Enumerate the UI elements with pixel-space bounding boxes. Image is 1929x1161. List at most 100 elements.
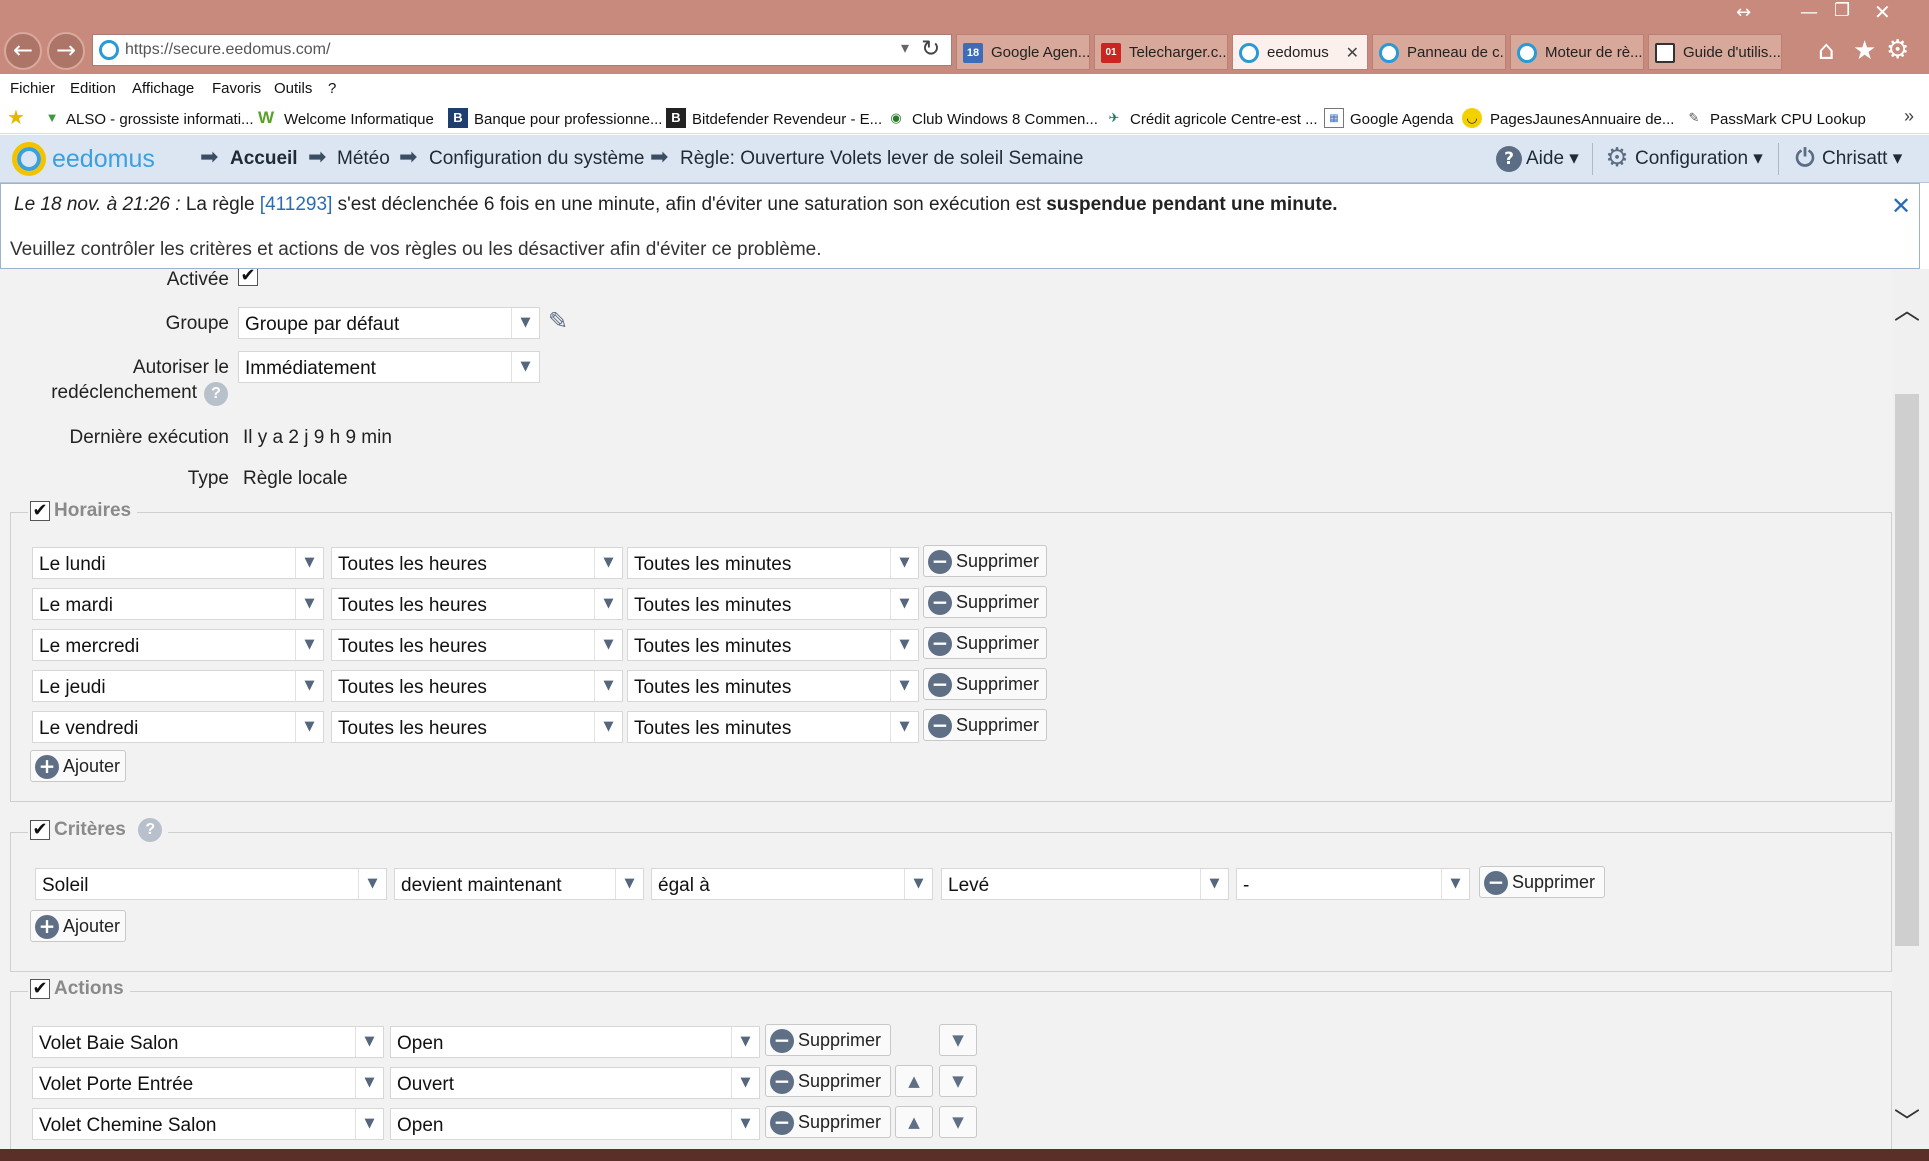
day-select[interactable]: Le lundi ▼ (32, 547, 324, 579)
hours-select[interactable]: Toutes les heures ▼ (331, 588, 623, 620)
hours-select[interactable]: Toutes les heures ▼ (331, 711, 623, 743)
minutes-select[interactable]: Toutes les minutes ▼ (627, 588, 919, 620)
action-device-select[interactable]: Volet Porte Entrée ▼ (32, 1067, 384, 1099)
horaires-checkbox[interactable]: ✔ (30, 501, 50, 521)
close-tab-icon[interactable]: ✕ (1346, 43, 1359, 62)
delete-button[interactable]: − Supprimer (765, 1024, 891, 1056)
bookmark-pagesjaunes[interactable]: PagesJaunes (1490, 111, 1581, 128)
close-icon[interactable]: ✕ (1891, 192, 1911, 220)
bookmark-annuaire[interactable]: Annuaire de... (1581, 111, 1674, 128)
action-value-select[interactable]: Ouvert ▼ (390, 1067, 760, 1099)
extra-select[interactable]: - ▼ (1236, 868, 1470, 900)
user-menu[interactable]: Chrisatt ▾ (1822, 147, 1902, 170)
menu-affichage[interactable]: Affichage (132, 80, 194, 97)
hours-select[interactable]: Toutes les heures ▼ (331, 547, 623, 579)
bookmark-welcome[interactable]: Welcome Informatique (284, 111, 434, 128)
chevron-down-icon[interactable]: ▾ (901, 38, 909, 58)
day-select[interactable]: Le vendredi ▼ (32, 711, 324, 743)
add-critere-button[interactable]: + Ajouter (30, 910, 126, 942)
tab-eedomus[interactable]: eedomus ✕ (1232, 34, 1368, 70)
minimize-icon[interactable]: — (1800, 2, 1818, 23)
move-down-button[interactable]: ▼ (939, 1106, 977, 1138)
gear-icon[interactable]: ⚙ (1886, 35, 1909, 65)
edit-pencil-icon[interactable]: ✎ (548, 307, 568, 335)
add-horaire-button[interactable]: + Ajouter (30, 750, 126, 782)
tab-panneau[interactable]: Panneau de c... (1372, 34, 1506, 70)
menu-fichier[interactable]: Fichier (10, 80, 55, 97)
condition-select[interactable]: devient maintenant ▼ (394, 868, 644, 900)
address-bar[interactable]: https://secure.eedomus.com/ ▾ ↻ (92, 34, 952, 66)
minutes-select[interactable]: Toutes les minutes ▼ (627, 629, 919, 661)
criteres-checkbox[interactable]: ✔ (30, 820, 50, 840)
tab-telecharger[interactable]: 01 Telecharger.c... (1094, 34, 1228, 70)
tab-google-agenda[interactable]: 18 Google Agen... (956, 34, 1090, 70)
menu-help[interactable]: ? (328, 80, 336, 97)
delete-button[interactable]: − Supprimer (1479, 866, 1605, 898)
help-icon[interactable]: ? (138, 818, 163, 842)
rule-id-link[interactable]: [411293] (260, 194, 333, 215)
delete-button[interactable]: − Supprimer (923, 627, 1047, 659)
home-icon[interactable]: ⌂ (1818, 36, 1835, 66)
bookmark-bitdefender[interactable]: Bitdefender Revendeur - E... (692, 111, 882, 128)
bookmark-google-agenda[interactable]: Google Agenda (1350, 111, 1453, 128)
bookmark-banque[interactable]: Banque pour professionne... (474, 111, 662, 128)
move-up-button[interactable]: ▲ (895, 1065, 933, 1097)
scrollbar-thumb[interactable] (1895, 394, 1919, 946)
logo-text[interactable]: eedomus (52, 145, 155, 174)
tab-guide[interactable]: Guide d'utilis... (1648, 34, 1782, 70)
menu-favoris[interactable]: Favoris (212, 80, 261, 97)
action-value-select[interactable]: Open ▼ (390, 1026, 760, 1058)
minutes-select[interactable]: Toutes les minutes ▼ (627, 547, 919, 579)
hours-select[interactable]: Toutes les heures ▼ (331, 670, 623, 702)
configuration-menu[interactable]: Configuration ▾ (1635, 147, 1763, 170)
close-window-icon[interactable]: ✕ (1874, 0, 1891, 24)
move-up-button[interactable]: ▲ (895, 1106, 933, 1138)
resize-icon[interactable]: ↔ (1736, 2, 1751, 23)
day-select[interactable]: Le mercredi ▼ (32, 629, 324, 661)
scroll-down-icon[interactable]: ﹀ (1894, 1102, 1920, 1139)
device-select[interactable]: Soleil ▼ (35, 868, 387, 900)
day-select[interactable]: Le mardi ▼ (32, 588, 324, 620)
breadcrumb-configuration[interactable]: Configuration du système (429, 148, 644, 170)
activated-checkbox[interactable]: ✔ (238, 269, 258, 286)
forward-button[interactable]: → (47, 32, 85, 70)
help-menu[interactable]: Aide ▾ (1526, 147, 1579, 170)
bookmark-club-windows[interactable]: Club Windows 8 Commen... (912, 111, 1098, 128)
back-button[interactable]: ← (4, 32, 42, 70)
action-device-select[interactable]: Volet Chemine Salon ▼ (32, 1108, 384, 1140)
value-select[interactable]: Levé ▼ (941, 868, 1229, 900)
operator-select[interactable]: égal à ▼ (651, 868, 933, 900)
minutes-select[interactable]: Toutes les minutes ▼ (627, 711, 919, 743)
reload-icon[interactable]: ↻ (921, 36, 940, 62)
scroll-up-icon[interactable]: ︿ (1894, 290, 1920, 327)
favorites-star-icon[interactable]: ★ (1853, 36, 1876, 66)
bookmarks-overflow-icon[interactable]: » (1904, 106, 1914, 127)
breadcrumb-accueil[interactable]: Accueil (230, 148, 298, 170)
bookmark-passmark[interactable]: PassMark CPU Lookup (1710, 111, 1866, 128)
delete-button[interactable]: − Supprimer (923, 586, 1047, 618)
add-favorite-star-icon[interactable]: ★ (6, 108, 26, 128)
delete-button[interactable]: − Supprimer (765, 1065, 891, 1097)
move-down-button[interactable]: ▼ (939, 1065, 977, 1097)
minutes-select[interactable]: Toutes les minutes ▼ (627, 670, 919, 702)
menu-edition[interactable]: Edition (70, 80, 116, 97)
hours-select[interactable]: Toutes les heures ▼ (331, 629, 623, 661)
group-select[interactable]: Groupe par défaut ▼ (238, 307, 540, 339)
tab-moteur[interactable]: Moteur de rè... (1510, 34, 1644, 70)
bookmark-also[interactable]: ALSO - grossiste informati... (66, 111, 254, 128)
delete-button[interactable]: − Supprimer (923, 709, 1047, 741)
help-icon[interactable]: ? (204, 382, 228, 406)
day-select[interactable]: Le jeudi ▼ (32, 670, 324, 702)
action-value-select[interactable]: Open ▼ (390, 1108, 760, 1140)
breadcrumb-meteo[interactable]: Météo (337, 148, 390, 170)
delete-button[interactable]: − Supprimer (923, 545, 1047, 577)
move-down-button[interactable]: ▼ (939, 1024, 977, 1056)
delete-button[interactable]: − Supprimer (923, 668, 1047, 700)
action-device-select[interactable]: Volet Baie Salon ▼ (32, 1026, 384, 1058)
menu-outils[interactable]: Outils (274, 80, 312, 97)
delete-button[interactable]: − Supprimer (765, 1106, 891, 1138)
restore-icon[interactable]: ❐ (1834, 0, 1850, 21)
retrigger-select[interactable]: Immédiatement ▼ (238, 351, 540, 383)
bookmark-credit-agricole[interactable]: Crédit agricole Centre-est ... (1130, 111, 1318, 128)
actions-checkbox[interactable]: ✔ (30, 979, 50, 999)
